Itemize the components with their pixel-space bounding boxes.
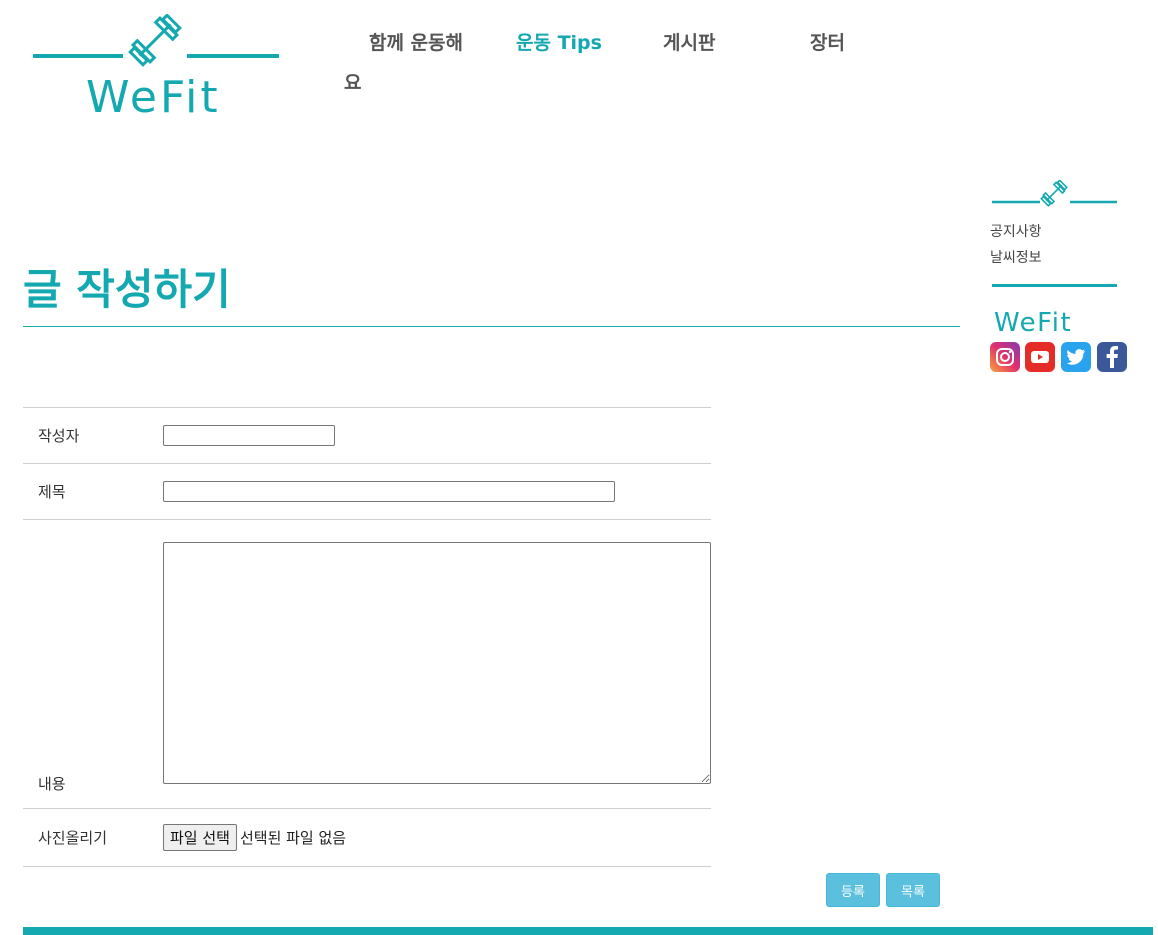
content-textarea[interactable] — [163, 542, 711, 784]
nav-workout-together[interactable]: 함께 운동해 — [369, 28, 463, 55]
sidebar-logo-text: WeFit — [994, 308, 1073, 338]
author-input[interactable] — [163, 425, 335, 446]
subject-label: 제목 — [23, 463, 162, 520]
instagram-icon[interactable] — [990, 342, 1020, 372]
sidebar-link-notice[interactable]: 공지사항 — [990, 221, 1042, 241]
form-row-author: 작성자 — [23, 407, 711, 464]
subject-input[interactable] — [163, 481, 615, 502]
sidebar-link-weather[interactable]: 날씨정보 — [990, 247, 1042, 267]
form-row-photo: 사진올리기 파일 선택 선택된 파일 없음 — [23, 808, 711, 867]
form-row-subject: 제목 — [23, 463, 711, 520]
nav-exercise-tips[interactable]: 운동 Tips — [516, 28, 602, 55]
form-row-content: 내용 — [23, 519, 711, 809]
nav-board[interactable]: 게시판 — [663, 28, 715, 55]
sidebar-dumbbell-icon — [992, 180, 1117, 207]
author-label: 작성자 — [23, 407, 162, 464]
content-label: 내용 — [23, 519, 162, 809]
site-logo[interactable]: WeFit — [30, 14, 282, 123]
list-button[interactable]: 목록 — [886, 873, 940, 907]
write-form: 작성자 제목 내용 사진올리기 파일 선택 선택된 파일 없음 — [23, 407, 711, 867]
youtube-icon[interactable] — [1025, 342, 1055, 372]
nav-market[interactable]: 장터 — [810, 28, 845, 55]
file-select-button[interactable]: 파일 선택 — [163, 824, 237, 851]
title-divider — [23, 326, 960, 327]
facebook-icon[interactable] — [1097, 342, 1127, 372]
submit-button[interactable]: 등록 — [826, 873, 880, 907]
logo-text: WeFit — [86, 72, 221, 123]
file-status-text: 선택된 파일 없음 — [239, 829, 347, 847]
page-title: 글 작성하기 — [23, 265, 231, 314]
twitter-icon[interactable] — [1061, 342, 1091, 372]
nav-workout-together-wrap[interactable]: 요 — [344, 68, 361, 95]
sidebar-divider — [992, 284, 1117, 287]
photo-label: 사진올리기 — [23, 808, 162, 867]
